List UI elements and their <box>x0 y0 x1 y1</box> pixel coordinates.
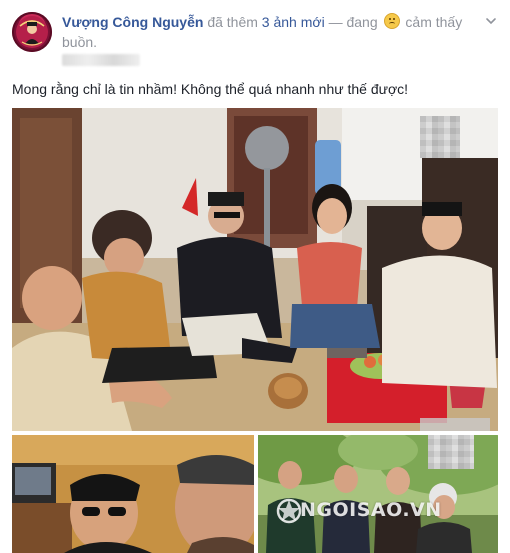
main-photo[interactable] <box>12 108 498 431</box>
ngoisao-logo-icon <box>276 498 302 524</box>
facebook-post: Vượng Công Nguyễn đã thêm 3 ảnh mới — đa… <box>0 0 510 553</box>
post-status-text: Mong rằng chỉ là tin nhầm! Không thể quá… <box>12 81 409 97</box>
author-name-link[interactable]: Vượng Công Nguyễn <box>62 14 203 30</box>
bottom-right-photo[interactable]: NGOISAO.VN <box>258 435 498 553</box>
bottom-left-photo[interactable] <box>12 435 254 553</box>
profile-avatar-icon <box>16 16 48 48</box>
activity-prefix-text: — đang <box>328 14 378 30</box>
post-header: Vượng Công Nguyễn đã thêm 3 ảnh mới — đa… <box>62 12 472 52</box>
photo-count-link[interactable]: 3 ảnh mới <box>262 14 325 30</box>
sad-face-emoji-icon <box>383 13 400 29</box>
action-text: đã thêm <box>207 14 258 30</box>
blurred-region-top-right <box>420 116 460 158</box>
blurred-region-bottom-right <box>428 435 474 469</box>
blurred-timestamp <box>62 54 140 66</box>
chevron-down-icon[interactable] <box>484 14 498 28</box>
watermark-text: NGOISAO.VN <box>300 499 442 521</box>
author-avatar[interactable] <box>12 12 52 52</box>
